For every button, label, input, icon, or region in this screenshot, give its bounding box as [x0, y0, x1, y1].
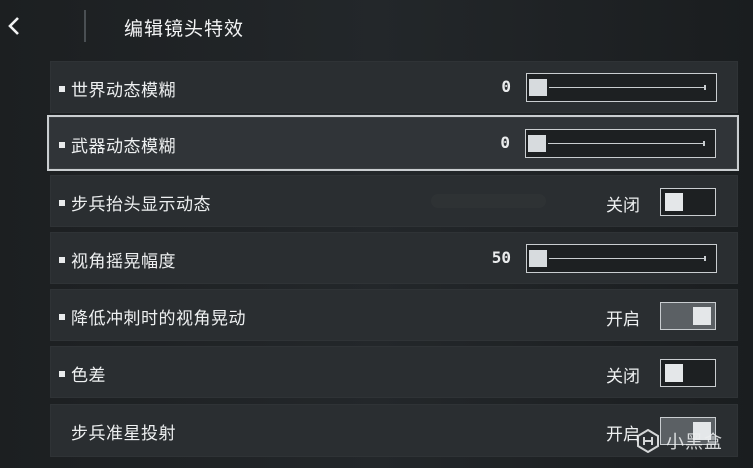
reduce-sprint-sway-toggle[interactable] — [660, 302, 716, 330]
bullet-marker — [59, 314, 65, 320]
header-bar: 编辑镜头特效 — [0, 0, 753, 56]
setting-row-weapon-motion-blur[interactable]: 武器动态模糊 0 — [47, 115, 739, 171]
toggle-knob — [665, 193, 683, 211]
slider-track — [548, 143, 705, 144]
setting-row-infantry-hud-motion[interactable]: 步兵抬头显示动态 关闭 — [50, 175, 738, 227]
watermark: 小黑盒 — [636, 424, 748, 458]
bullet-marker — [59, 257, 65, 263]
xiaoheihe-logo-icon — [637, 429, 659, 453]
slider-track — [549, 87, 706, 88]
setting-value: 0 — [501, 77, 511, 96]
toggle-state-text: 开启 — [606, 310, 640, 330]
bullet-marker — [59, 142, 65, 148]
setting-label: 世界动态模糊 — [71, 81, 176, 101]
slider-end-tick — [703, 141, 705, 146]
setting-label: 降低冲刺时的视角晃动 — [71, 309, 246, 329]
setting-label: 武器动态模糊 — [71, 137, 176, 157]
bullet-marker — [59, 200, 65, 206]
header-divider — [84, 10, 86, 42]
chromatic-aberration-toggle[interactable] — [660, 359, 716, 387]
toggle-state-text: 关闭 — [606, 196, 640, 216]
setting-label: 步兵准星投射 — [71, 424, 176, 444]
camera-shake-slider[interactable] — [526, 244, 717, 273]
setting-row-reduce-sprint-sway[interactable]: 降低冲刺时的视角晃动 开启 — [50, 289, 738, 341]
setting-row-camera-shake[interactable]: 视角摇晃幅度 50 — [50, 232, 738, 284]
setting-label: 步兵抬头显示动态 — [71, 195, 211, 215]
setting-row-world-motion-blur[interactable]: 世界动态模糊 0 — [50, 61, 738, 113]
setting-value: 0 — [500, 133, 510, 152]
page-title: 编辑镜头特效 — [124, 18, 245, 40]
setting-label: 视角摇晃幅度 — [71, 252, 176, 272]
world-motion-blur-slider[interactable] — [526, 73, 717, 102]
slider-thumb[interactable] — [528, 135, 546, 152]
back-button[interactable] — [0, 8, 28, 44]
slider-end-tick — [704, 256, 706, 261]
toggle-knob — [693, 307, 711, 325]
infantry-hud-motion-toggle[interactable] — [660, 188, 716, 216]
setting-row-infantry-crosshair-projection[interactable]: 步兵准星投射 开启 — [50, 404, 738, 457]
watermark-text: 小黑盒 — [666, 432, 723, 453]
slider-thumb[interactable] — [529, 250, 547, 267]
blurred-overlay — [431, 194, 546, 208]
toggle-knob — [665, 364, 683, 382]
setting-value: 50 — [491, 248, 511, 267]
back-arrow-icon — [8, 17, 19, 35]
slider-track — [549, 258, 706, 259]
bullet-marker — [59, 86, 65, 92]
slider-end-tick — [704, 85, 706, 90]
bullet-marker — [59, 371, 65, 377]
weapon-motion-blur-slider[interactable] — [525, 129, 716, 158]
toggle-state-text: 开启 — [606, 425, 640, 445]
toggle-state-text: 关闭 — [606, 367, 640, 387]
setting-label: 色差 — [71, 366, 106, 386]
slider-thumb[interactable] — [529, 79, 547, 96]
setting-row-chromatic-aberration[interactable]: 色差 关闭 — [50, 346, 738, 398]
